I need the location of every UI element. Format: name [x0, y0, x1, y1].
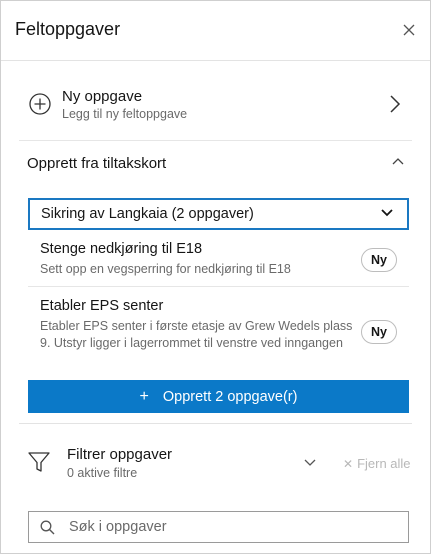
status-badge: Ny	[361, 320, 397, 344]
close-button[interactable]	[399, 20, 419, 40]
chevron-down-icon	[381, 209, 393, 217]
section-title: Opprett fra tiltakskort	[27, 155, 167, 172]
status-badge: Ny	[361, 248, 397, 272]
dropdown-selected-value: Sikring av Langkaia (2 oppgaver)	[41, 206, 254, 222]
task-card[interactable]: Etabler EPS senter Etabler EPS senter i …	[28, 288, 409, 380]
filter-subtitle: 0 aktive filtre	[67, 466, 138, 480]
chevron-down-icon[interactable]	[304, 459, 316, 467]
task-card[interactable]: Stenge nedkjøring til E18 Sett opp en ve…	[28, 233, 409, 287]
chevron-right-icon	[390, 95, 401, 113]
x-icon: ✕	[343, 456, 354, 471]
action-card-dropdown[interactable]: Sikring av Langkaia (2 oppgaver)	[28, 198, 409, 230]
plus-circle-icon	[29, 93, 51, 115]
section-header-create-from-card[interactable]: Opprett fra tiltakskort	[19, 144, 412, 184]
filter-section: Filtrer oppgaver 0 aktive filtre ✕ Fjern…	[19, 435, 412, 495]
search-box[interactable]	[28, 511, 409, 543]
create-tasks-label: Opprett 2 oppgave(r)	[162, 388, 298, 405]
divider	[19, 423, 412, 424]
new-task-title: Ny oppgave	[62, 88, 143, 105]
create-tasks-button[interactable]: + Opprett 2 oppgave(r)	[28, 380, 409, 413]
task-title: Stenge nedkjøring til E18	[40, 241, 203, 257]
search-input[interactable]	[69, 516, 399, 538]
clear-filters-button[interactable]: ✕ Fjern alle	[343, 456, 411, 471]
search-icon	[40, 520, 55, 535]
clear-filters-label: Fjern alle	[357, 456, 411, 471]
task-description: Etabler EPS senter i første etasje av Gr…	[40, 319, 353, 350]
field-tasks-panel: Feltoppgaver Ny oppgave Legg til ny felt…	[0, 0, 431, 554]
task-description: Sett opp en vegsperring for nedkjøring t…	[40, 262, 291, 276]
new-task-item[interactable]: Ny oppgave Legg til ny feltoppgave	[19, 69, 412, 141]
close-icon	[403, 24, 415, 36]
new-task-subtitle: Legg til ny feltoppgave	[62, 107, 188, 121]
task-title: Etabler EPS senter	[40, 298, 164, 314]
panel-title: Feltoppgaver	[15, 19, 121, 39]
filter-icon	[28, 452, 50, 472]
filter-title: Filtrer oppgaver	[67, 446, 173, 463]
chevron-up-icon	[392, 158, 404, 165]
plus-icon: +	[139, 387, 149, 405]
panel-header: Feltoppgaver	[1, 1, 430, 61]
